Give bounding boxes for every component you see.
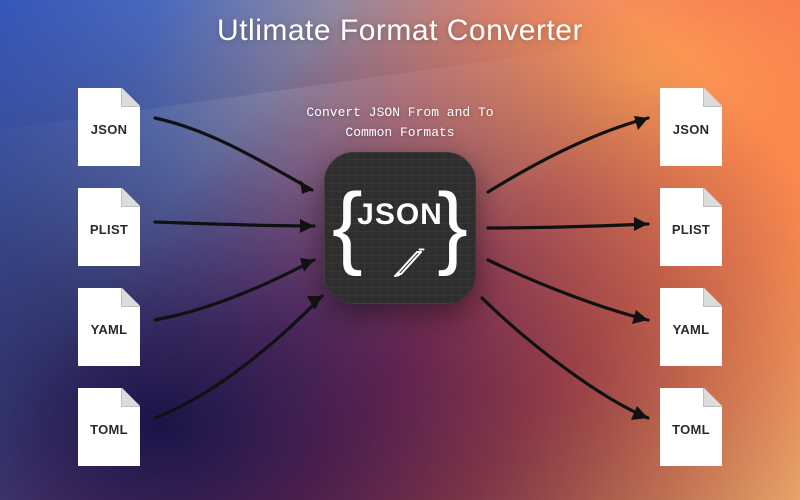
file-fold-icon — [704, 288, 722, 306]
page-title: Utlimate Format Converter — [0, 14, 800, 48]
arrow-right-3 — [488, 260, 648, 324]
file-label: JSON — [660, 122, 722, 137]
arrow-left-4 — [155, 296, 322, 418]
file-icon-json-right: JSON — [660, 88, 722, 166]
arrow-left-3 — [155, 258, 314, 320]
app-icon-word: JSON — [324, 198, 476, 232]
arrow-right-2 — [488, 217, 648, 231]
file-fold-icon — [704, 388, 722, 406]
arrow-right-4 — [482, 298, 648, 420]
app-icon: { } JSON — [324, 152, 476, 304]
file-fold-icon — [122, 388, 140, 406]
file-icon-json-left: JSON — [78, 88, 140, 166]
file-icon-plist-right: PLIST — [660, 188, 722, 266]
arrow-left-2 — [155, 219, 314, 233]
subtitle-line-1: Convert JSON From and To — [306, 105, 493, 120]
file-label: TOML — [78, 422, 140, 437]
file-icon-toml-left: TOML — [78, 388, 140, 466]
file-label: TOML — [660, 422, 722, 437]
file-fold-icon — [122, 288, 140, 306]
file-label: YAML — [660, 322, 722, 337]
file-label: PLIST — [78, 222, 140, 237]
file-icon-plist-left: PLIST — [78, 188, 140, 266]
subtitle: Convert JSON From and To Common Formats — [270, 103, 530, 142]
file-fold-icon — [704, 88, 722, 106]
file-fold-icon — [704, 188, 722, 206]
file-fold-icon — [122, 188, 140, 206]
file-icon-toml-right: TOML — [660, 388, 722, 466]
subtitle-line-2: Common Formats — [345, 125, 454, 140]
file-icon-yaml-left: YAML — [78, 288, 140, 366]
file-icon-yaml-right: YAML — [660, 288, 722, 366]
pencil-icon — [389, 242, 429, 282]
file-fold-icon — [122, 88, 140, 106]
promo-stage: Utlimate Format Converter Convert JSON F… — [0, 0, 800, 500]
file-label: JSON — [78, 122, 140, 137]
file-label: YAML — [78, 322, 140, 337]
file-label: PLIST — [660, 222, 722, 237]
